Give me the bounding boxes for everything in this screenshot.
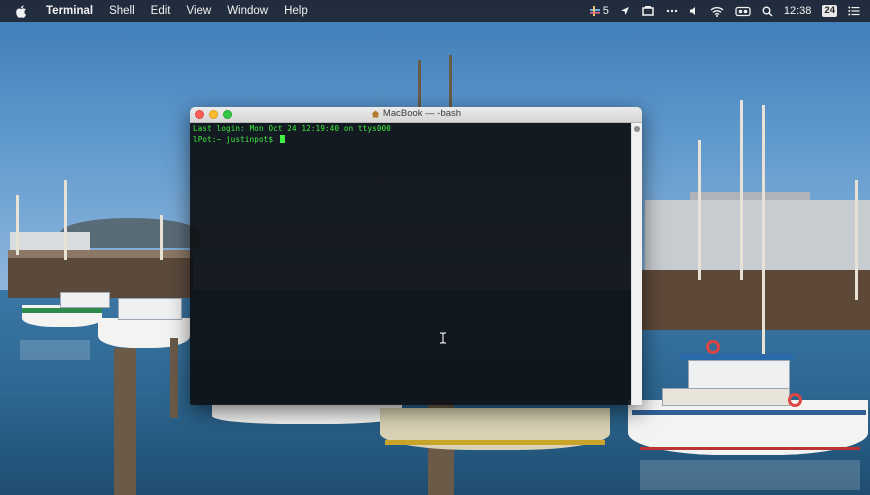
window-title: MacBook — -bash (190, 108, 642, 119)
wallpaper-mast (64, 180, 67, 260)
wallpaper-boat-stripe (632, 410, 866, 415)
terminal-content[interactable]: Last login: Mon Oct 24 12:19:40 on ttys0… (190, 123, 631, 405)
menu-window[interactable]: Window (227, 5, 268, 17)
terminal-scrollbar[interactable] (631, 123, 642, 405)
menu-bar: Terminal Shell Edit View Window Help 5 1 (0, 0, 870, 22)
terminal-titlebar[interactable]: MacBook — -bash (190, 107, 642, 123)
wallpaper-mast (855, 180, 858, 300)
wallpaper-building-right (645, 200, 870, 275)
slack-count: 5 (602, 5, 609, 17)
more-dots-icon[interactable] (666, 0, 678, 22)
terminal-window[interactable]: MacBook — -bash Last login: Mon Oct 24 1… (190, 107, 642, 405)
status-menu-extras: 5 12:38 24 (589, 0, 860, 22)
wifi-icon[interactable] (710, 0, 724, 22)
slack-icon[interactable]: 5 (589, 0, 609, 22)
wallpaper-piling (114, 348, 136, 495)
wallpaper-mast (762, 105, 765, 355)
wallpaper-reflection (20, 340, 90, 360)
wallpaper-reflection (640, 460, 860, 490)
menu-help[interactable]: Help (284, 5, 308, 17)
text-cursor (279, 135, 285, 143)
menu-clock[interactable]: 12:38 (784, 5, 812, 17)
home-folder-icon (371, 110, 380, 118)
wallpaper-mast (740, 100, 743, 280)
display-icon[interactable] (735, 0, 751, 22)
wallpaper-mast (698, 140, 701, 280)
wallpaper-boat-cabin (662, 388, 790, 406)
wallpaper-piling (170, 338, 178, 418)
wallpaper-lifering (706, 340, 720, 354)
wallpaper-boat-cabin (118, 298, 182, 320)
search-icon[interactable] (762, 0, 773, 22)
wallpaper-boat (212, 404, 402, 424)
ibeam-cursor-icon (440, 332, 446, 344)
notification-center-icon[interactable] (848, 0, 860, 22)
location-arrow-icon[interactable] (620, 0, 630, 22)
wallpaper-mast (16, 195, 19, 255)
wallpaper-mast (160, 215, 163, 260)
terminal-prompt-line[interactable]: lPot:~ justinpot$ (190, 134, 631, 145)
menu-shell[interactable]: Shell (109, 5, 135, 17)
wallpaper-boat-stripe (22, 308, 102, 313)
menu-view[interactable]: View (186, 5, 211, 17)
wallpaper-boat-stripe (640, 447, 860, 450)
terminal-prompt: lPot:~ justinpot$ (193, 135, 278, 144)
wallpaper-boat-stripe (385, 440, 605, 445)
calendar-badge-icon[interactable]: 24 (822, 5, 837, 17)
wallpaper-lifering (788, 393, 802, 407)
window-title-text: MacBook — -bash (382, 108, 462, 119)
apple-menu-icon[interactable] (12, 4, 30, 18)
volume-icon[interactable] (689, 0, 699, 22)
menu-app-terminal[interactable]: Terminal (46, 5, 93, 17)
scrollbar-thumb[interactable] (634, 126, 640, 132)
wallpaper-pier-right (640, 270, 870, 330)
dropbox-icon[interactable] (641, 0, 655, 22)
terminal-line-last-login: Last login: Mon Oct 24 12:19:40 on ttys0… (193, 124, 392, 133)
menu-edit[interactable]: Edit (151, 5, 171, 17)
wallpaper-boat-cabin (60, 292, 110, 308)
